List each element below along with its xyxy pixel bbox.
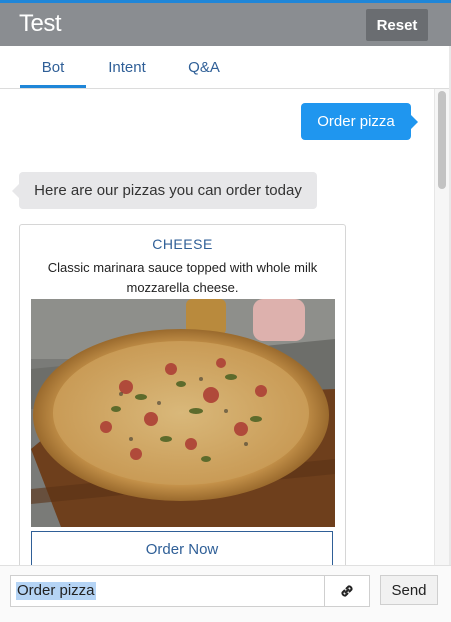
reset-button[interactable]: Reset	[366, 9, 428, 41]
tab-bar: Bot Intent Q&A	[0, 46, 451, 89]
header-bar: Test Reset	[0, 3, 451, 46]
card-title: CHEESE	[152, 236, 213, 252]
tab-qna[interactable]: Q&A	[178, 46, 230, 88]
attach-link-button[interactable]	[324, 575, 370, 607]
link-icon	[341, 585, 353, 597]
tab-intent[interactable]: Intent	[100, 46, 154, 88]
chat-scrollbar[interactable]	[434, 89, 450, 565]
send-button[interactable]: Send	[380, 575, 438, 605]
bot-message-bubble: Here are our pizzas you can order today	[12, 172, 317, 209]
message-input[interactable]	[10, 575, 325, 607]
composer-bar: Order pizza Send	[0, 565, 451, 622]
card-description: Classic marinara sauce topped with whole…	[47, 260, 318, 295]
user-message-bubble: Order pizza	[301, 103, 418, 140]
scrollbar-thumb[interactable]	[438, 91, 446, 189]
order-now-button[interactable]: Order Now	[31, 531, 333, 565]
tab-bot[interactable]: Bot	[20, 46, 86, 88]
page-title: Test	[19, 10, 62, 37]
chat-history[interactable]: Order pizza Here are our pizzas you can …	[0, 89, 434, 565]
pizza-card: CHEESE Classic marinara sauce topped wit…	[19, 224, 346, 565]
pizza-image	[31, 299, 335, 527]
